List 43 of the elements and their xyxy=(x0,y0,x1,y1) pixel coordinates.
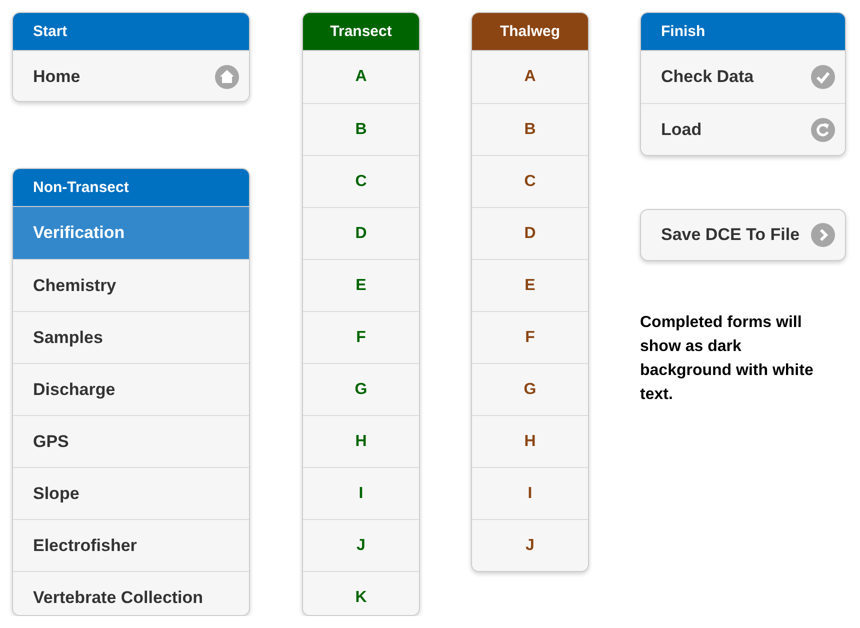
menu-item[interactable]: G xyxy=(472,363,588,415)
menu-item[interactable]: Check Data xyxy=(641,51,845,103)
panel-header: Non-Transect xyxy=(13,169,249,208)
panel-header: Transect xyxy=(303,13,419,51)
menu-item[interactable]: C xyxy=(303,155,419,207)
refresh-icon xyxy=(811,118,835,142)
menu-item[interactable]: Load xyxy=(641,103,845,155)
note-text: Completed forms will show as dark background with white text. xyxy=(640,313,814,405)
menu-item[interactable]: F xyxy=(303,311,419,363)
menu-item[interactable]: Discharge xyxy=(13,363,249,416)
menu-item[interactable]: B xyxy=(303,103,419,155)
menu-item[interactable]: Slope xyxy=(13,467,249,520)
home-icon xyxy=(215,65,239,89)
menu-item[interactable]: D xyxy=(303,207,419,259)
menu-item[interactable]: A xyxy=(303,51,419,103)
menu-item[interactable]: H xyxy=(303,415,419,467)
menu-item[interactable]: Home xyxy=(13,51,249,102)
menu-item[interactable]: G xyxy=(303,363,419,415)
menu-item[interactable]: GPS xyxy=(13,415,249,468)
panel-header: Start xyxy=(13,13,249,51)
menu-item[interactable]: J xyxy=(303,519,419,571)
panel-header: Thalweg xyxy=(472,13,588,51)
menu-item[interactable]: Samples xyxy=(13,311,249,364)
menu-item[interactable]: I xyxy=(472,467,588,519)
menu-item[interactable]: D xyxy=(472,207,588,259)
chevron-right-icon xyxy=(811,223,835,247)
menu-item[interactable]: I xyxy=(303,467,419,519)
checkmark-icon xyxy=(811,65,835,89)
menu-item[interactable]: B xyxy=(472,103,588,155)
menu-item[interactable]: F xyxy=(472,311,588,363)
save-button[interactable]: Save DCE To File xyxy=(640,209,846,261)
menu-item[interactable]: Electrofisher xyxy=(13,519,249,572)
menu-item[interactable]: E xyxy=(303,259,419,311)
menu-item[interactable]: Chemistry xyxy=(13,259,249,312)
menu-item[interactable]: H xyxy=(472,415,588,467)
menu-item[interactable]: E xyxy=(472,259,588,311)
menu-item[interactable]: Verification xyxy=(13,207,249,260)
panel-header: Finish xyxy=(641,13,845,51)
menu-item[interactable]: Vertebrate Collection xyxy=(13,571,249,615)
menu-item[interactable]: J xyxy=(472,519,588,571)
menu-item[interactable]: C xyxy=(472,155,588,207)
menu-item[interactable]: K xyxy=(303,571,419,615)
menu-item[interactable]: A xyxy=(472,51,588,103)
